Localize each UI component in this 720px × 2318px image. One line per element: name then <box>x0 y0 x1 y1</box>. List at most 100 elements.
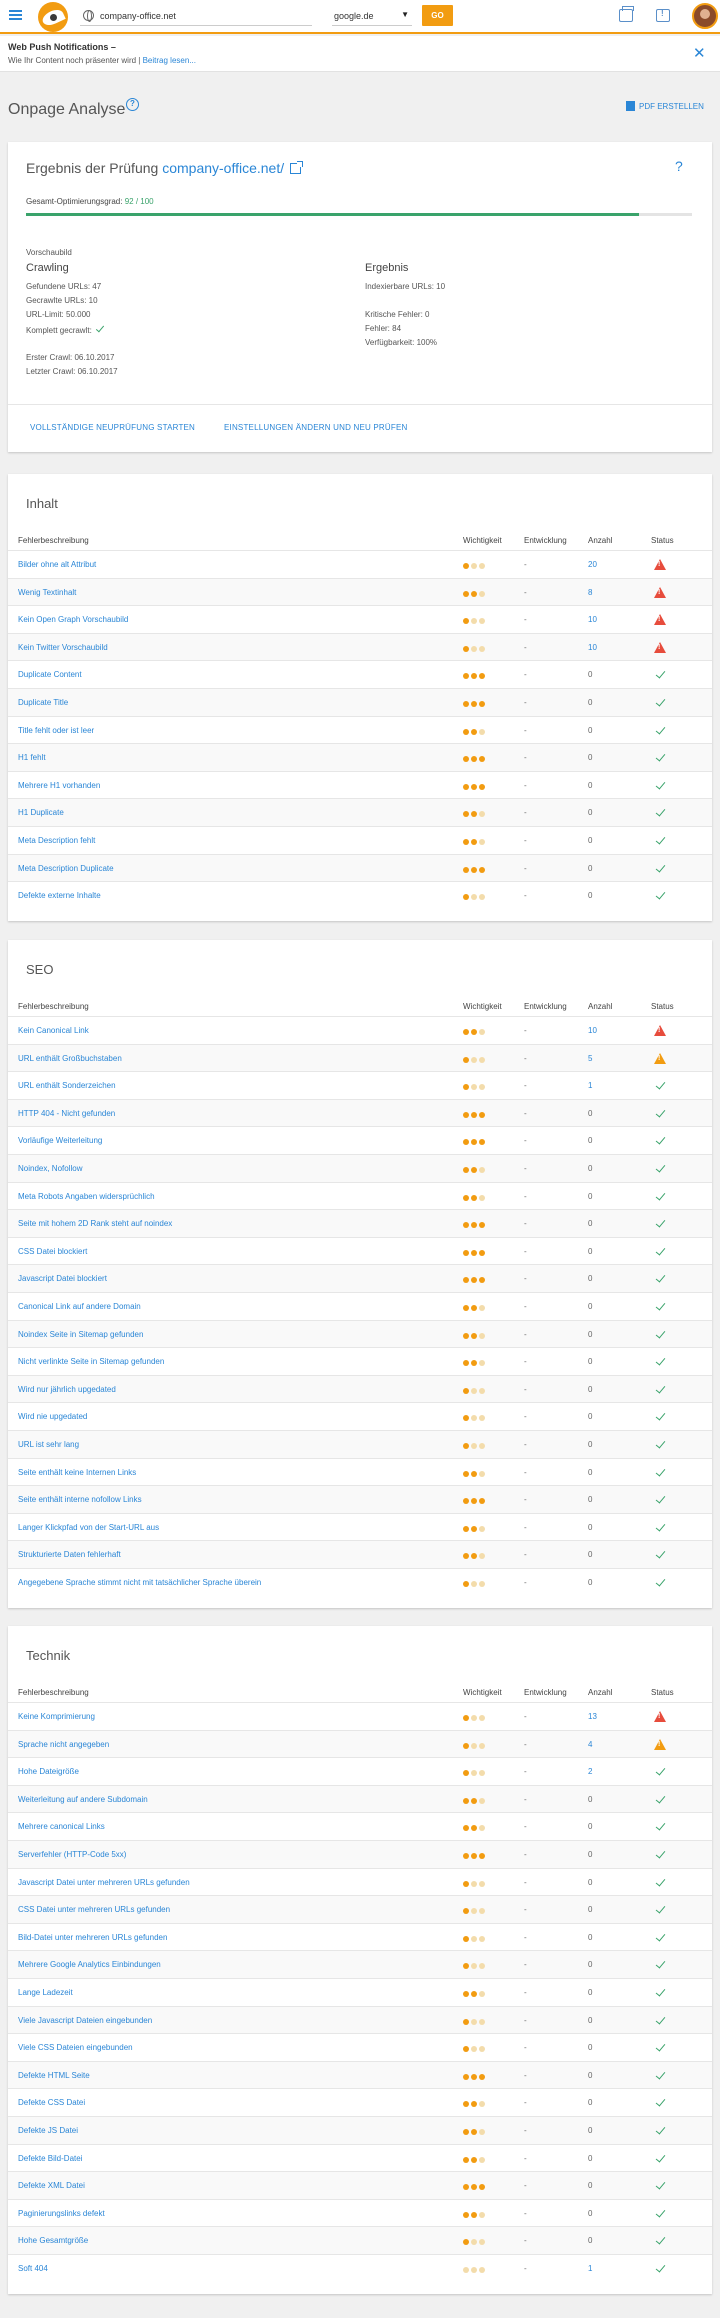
issue-link[interactable]: Angegebene Sprache stimmt nicht mit tats… <box>18 1578 261 1587</box>
table-row[interactable]: Kein Canonical Link - 10 <box>8 1016 712 1044</box>
external-link-icon[interactable] <box>290 161 304 174</box>
table-row[interactable]: Weiterleitung auf andere Subdomain - 0 <box>8 1784 712 1813</box>
feedback-icon[interactable] <box>656 9 670 22</box>
count-value[interactable]: 4 <box>588 1740 592 1749</box>
table-row[interactable]: Kein Open Graph Vorschaubild - 10 <box>8 605 712 633</box>
table-row[interactable]: Viele CSS Dateien eingebunden - 0 <box>8 2033 712 2061</box>
table-row[interactable]: Seite enthält keine Internen Links - 0 <box>8 1457 712 1486</box>
logo[interactable] <box>38 2 68 32</box>
issue-link[interactable]: Hohe Gesamtgröße <box>18 2236 88 2245</box>
issue-link[interactable]: Kein Twitter Vorschaubild <box>18 643 108 652</box>
table-row[interactable]: Noindex Seite in Sitemap gefunden - 0 <box>8 1319 712 1348</box>
table-row[interactable]: Javascript Datei blockiert - 0 <box>8 1264 712 1292</box>
table-row[interactable]: Noindex, Nofollow - 0 <box>8 1154 712 1182</box>
table-row[interactable]: URL enthält Großbuchstaben - 5 <box>8 1043 712 1072</box>
issue-link[interactable]: Kein Canonical Link <box>18 1026 89 1035</box>
notification-link[interactable]: Beitrag lesen... <box>143 56 196 65</box>
table-row[interactable]: Soft 404 - 1 <box>8 2254 712 2282</box>
issue-link[interactable]: Mehrere H1 vorhanden <box>18 781 100 790</box>
url-input[interactable]: company-office.net <box>80 6 312 26</box>
search-engine-select[interactable]: google.de ▼ <box>332 6 412 26</box>
table-row[interactable]: Lange Ladezeit - 0 <box>8 1978 712 2006</box>
table-row[interactable]: Wenig Textinhalt - 8 <box>8 577 712 606</box>
table-row[interactable]: Defekte Bild-Datei - 0 <box>8 2143 712 2172</box>
issue-link[interactable]: Strukturierte Daten fehlerhaft <box>18 1550 121 1559</box>
table-row[interactable]: Title fehlt oder ist leer - 0 <box>8 715 712 744</box>
issue-link[interactable]: Javascript Datei blockiert <box>18 1274 107 1283</box>
table-row[interactable]: Defekte externe Inhalte - 0 <box>8 881 712 909</box>
table-row[interactable]: Sprache nicht angegeben - 4 <box>8 1729 712 1758</box>
issue-link[interactable]: Javascript Datei unter mehreren URLs gef… <box>18 1878 190 1887</box>
table-row[interactable]: Serverfehler (HTTP-Code 5xx) - 0 <box>8 1840 712 1868</box>
table-row[interactable]: Meta Description fehlt - 0 <box>8 826 712 854</box>
issue-link[interactable]: Defekte Bild-Datei <box>18 2154 82 2163</box>
issue-link[interactable]: Duplicate Content <box>18 670 82 679</box>
table-row[interactable]: CSS Datei unter mehreren URLs gefunden - 0 <box>8 1895 712 1923</box>
issue-link[interactable]: Seite mit hohem 2D Rank steht auf noinde… <box>18 1219 172 1228</box>
table-row[interactable]: Keine Komprimierung - 13 <box>8 1702 712 1730</box>
change-settings-button[interactable]: EINSTELLUNGEN ÄNDERN UND NEU PRÜFEN <box>224 423 407 432</box>
table-row[interactable]: Mehrere canonical Links - 0 <box>8 1812 712 1840</box>
issue-link[interactable]: Mehrere canonical Links <box>18 1822 105 1831</box>
issue-link[interactable]: Canonical Link auf andere Domain <box>18 1302 141 1311</box>
issue-link[interactable]: Title fehlt oder ist leer <box>18 726 94 735</box>
table-row[interactable]: Strukturierte Daten fehlerhaft - 0 <box>8 1540 712 1568</box>
table-row[interactable]: Hohe Dateigröße - 2 <box>8 1757 712 1785</box>
issue-link[interactable]: Keine Komprimierung <box>18 1712 95 1721</box>
issue-link[interactable]: Paginierungslinks defekt <box>18 2209 105 2218</box>
table-row[interactable]: Bilder ohne alt Attribut - 20 <box>8 550 712 578</box>
issue-link[interactable]: Viele CSS Dateien eingebunden <box>18 2043 133 2052</box>
table-row[interactable]: Canonical Link auf andere Domain - 0 <box>8 1292 712 1320</box>
table-row[interactable]: Seite enthält interne nofollow Links - 0 <box>8 1485 712 1513</box>
go-button[interactable]: GO <box>422 5 453 26</box>
count-value[interactable]: 20 <box>588 560 597 569</box>
issue-link[interactable]: Defekte HTML Seite <box>18 2071 90 2080</box>
table-row[interactable]: HTTP 404 - Nicht gefunden - 0 <box>8 1098 712 1127</box>
issue-link[interactable]: Duplicate Title <box>18 698 68 707</box>
table-row[interactable]: Meta Description Duplicate - 0 <box>8 853 712 882</box>
table-row[interactable]: Meta Robots Angaben widersprüchlich - 0 <box>8 1181 712 1210</box>
issue-link[interactable]: Wird nur jährlich upgedated <box>18 1385 116 1394</box>
issue-link[interactable]: URL enthält Großbuchstaben <box>18 1054 122 1063</box>
count-value[interactable]: 8 <box>588 588 592 597</box>
issue-link[interactable]: Seite enthält interne nofollow Links <box>18 1495 142 1504</box>
issue-link[interactable]: URL enthält Sonderzeichen <box>18 1081 116 1090</box>
table-row[interactable]: Bild-Datei unter mehreren URLs gefunden -… <box>8 1922 712 1951</box>
issue-link[interactable]: Noindex Seite in Sitemap gefunden <box>18 1330 143 1339</box>
issue-link[interactable]: Bild-Datei unter mehreren URLs gefunden <box>18 1933 167 1942</box>
table-row[interactable]: H1 Duplicate - 0 <box>8 798 712 826</box>
table-row[interactable]: H1 fehlt - 0 <box>8 743 712 771</box>
issue-link[interactable]: Meta Description fehlt <box>18 836 95 845</box>
close-icon[interactable]: ✕ <box>693 46 706 61</box>
issue-link[interactable]: HTTP 404 - Nicht gefunden <box>18 1109 115 1118</box>
issue-link[interactable]: Kein Open Graph Vorschaubild <box>18 615 128 624</box>
table-row[interactable]: Wird nur jährlich upgedated - 0 <box>8 1374 712 1403</box>
table-row[interactable]: Defekte HTML Seite - 0 <box>8 2060 712 2089</box>
issue-link[interactable]: Noindex, Nofollow <box>18 1164 82 1173</box>
table-row[interactable]: Defekte XML Datei - 0 <box>8 2171 712 2199</box>
issue-link[interactable]: Defekte XML Datei <box>18 2181 85 2190</box>
count-value[interactable]: 10 <box>588 615 597 624</box>
issue-link[interactable]: Mehrere Google Analytics Einbindungen <box>18 1960 161 1969</box>
table-row[interactable]: Defekte CSS Datei - 0 <box>8 2088 712 2116</box>
result-domain-link[interactable]: company-office.net/ <box>162 160 284 176</box>
table-row[interactable]: Seite mit hohem 2D Rank steht auf noinde… <box>8 1209 712 1237</box>
table-row[interactable]: Duplicate Content - 0 <box>8 660 712 688</box>
full-recheck-button[interactable]: VOLLSTÄNDIGE NEUPRÜFUNG STARTEN <box>30 423 195 432</box>
result-help-icon[interactable]: ? <box>675 158 683 174</box>
issue-link[interactable]: Wird nie upgedated <box>18 1412 87 1421</box>
issue-link[interactable]: Viele Javascript Dateien eingebunden <box>18 2016 152 2025</box>
issue-link[interactable]: H1 Duplicate <box>18 808 64 817</box>
issue-link[interactable]: Defekte JS Datei <box>18 2126 78 2135</box>
table-row[interactable]: Nicht verlinkte Seite in Sitemap gefunde… <box>8 1347 712 1375</box>
table-row[interactable]: Mehrere Google Analytics Einbindungen - 0 <box>8 1950 712 1978</box>
table-row[interactable]: Javascript Datei unter mehreren URLs gef… <box>8 1867 712 1896</box>
issue-link[interactable]: Lange Ladezeit <box>18 1988 73 1997</box>
table-row[interactable]: CSS Datei blockiert - 0 <box>8 1236 712 1265</box>
table-row[interactable]: Duplicate Title - 0 <box>8 688 712 716</box>
count-value[interactable]: 13 <box>588 1712 597 1721</box>
issue-link[interactable]: Vorläufige Weiterleitung <box>18 1136 102 1145</box>
issue-link[interactable]: Wenig Textinhalt <box>18 588 76 597</box>
count-value[interactable]: 1 <box>588 1081 592 1090</box>
issue-link[interactable]: H1 fehlt <box>18 753 46 762</box>
